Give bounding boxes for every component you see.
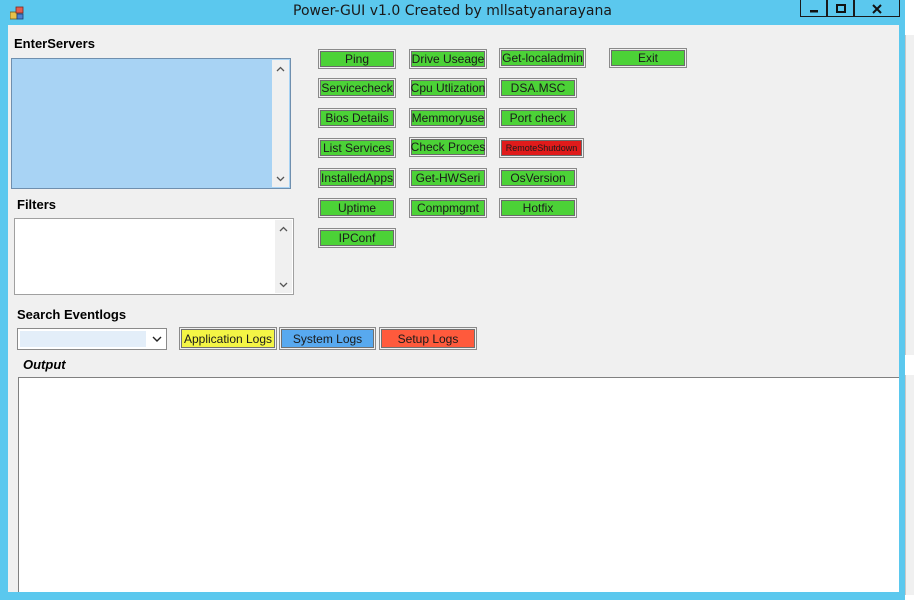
system-logs-button[interactable]: System Logs [279, 327, 376, 350]
close-icon [872, 0, 882, 18]
uptime-button[interactable]: Uptime [318, 198, 396, 218]
server-list-input[interactable] [11, 58, 291, 189]
ping-button[interactable]: Ping [318, 49, 396, 69]
os-version-button[interactable]: OsVersion [499, 168, 577, 188]
hotfix-button[interactable]: Hotfix [499, 198, 577, 218]
servicecheck-button[interactable]: Servicecheck [318, 78, 396, 98]
enter-servers-label: EnterServers [14, 36, 95, 51]
port-check-button[interactable]: Port check [499, 108, 577, 128]
bios-details-button[interactable]: Bios Details [318, 108, 396, 128]
chevron-down-icon[interactable] [150, 332, 164, 346]
drive-useage-button[interactable]: Drive Useage [409, 49, 487, 69]
maximize-icon [835, 0, 846, 18]
get-localadmin-button[interactable]: Get-localadmin [499, 48, 586, 68]
filters-label: Filters [17, 197, 57, 212]
memmoryuse-button[interactable]: Memmoryuse [409, 108, 487, 128]
eventlog-select-value [20, 331, 146, 347]
exit-button[interactable]: Exit [609, 48, 687, 68]
application-logs-button[interactable]: Application Logs [179, 327, 277, 350]
get-hwseri-button[interactable]: Get-HWSeri [409, 168, 487, 188]
chevron-down-icon[interactable] [272, 170, 289, 187]
check-proces-button[interactable]: Check Proces [409, 137, 487, 157]
eventlog-select[interactable] [17, 328, 167, 350]
remote-shutdown-button[interactable]: RemoteShutdown [499, 138, 584, 158]
installed-apps-button[interactable]: InstalledApps [318, 168, 396, 188]
chevron-down-icon[interactable] [275, 276, 292, 293]
server-list-scrollbar[interactable] [272, 60, 289, 187]
dsa-msc-button[interactable]: DSA.MSC [499, 78, 577, 98]
background-panel [905, 35, 914, 355]
cpu-utlization-button[interactable]: Cpu Utlization [409, 78, 487, 98]
filters-input[interactable] [14, 218, 294, 295]
chevron-up-icon[interactable] [272, 60, 289, 77]
window-title: Power-GUI v1.0 Created by mllsatyanaraya… [293, 3, 612, 19]
client-area: EnterServers Filters Ping Drive Useage G… [8, 25, 899, 592]
chevron-up-icon[interactable] [275, 220, 292, 237]
title-bar[interactable]: Power-GUI v1.0 Created by mllsatyanaraya… [0, 0, 905, 25]
maximize-button[interactable] [827, 0, 854, 17]
output-label: Output [23, 357, 66, 372]
setup-logs-button[interactable]: Setup Logs [379, 327, 477, 350]
minimize-icon [809, 0, 819, 18]
main-window: Power-GUI v1.0 Created by mllsatyanaraya… [0, 0, 905, 600]
list-services-button[interactable]: List Services [318, 138, 396, 158]
search-eventlogs-label: Search Eventlogs [17, 307, 127, 322]
minimize-button[interactable] [800, 0, 827, 17]
close-button[interactable] [854, 0, 900, 17]
filters-scrollbar[interactable] [275, 220, 292, 293]
ipconf-button[interactable]: IPConf [318, 228, 396, 248]
background-panel [905, 375, 914, 595]
output-textbox[interactable] [18, 377, 899, 592]
compmgmt-button[interactable]: Compmgmt [409, 198, 487, 218]
background-window-edge [905, 0, 914, 600]
